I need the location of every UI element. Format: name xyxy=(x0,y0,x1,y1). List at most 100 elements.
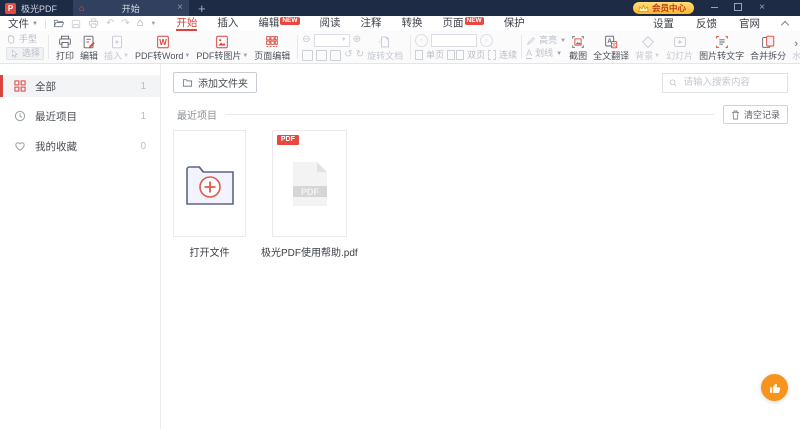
feedback-fab-button[interactable] xyxy=(761,374,788,401)
recent-section-header: 最近项目 清空记录 xyxy=(177,105,788,124)
maximize-button[interactable] xyxy=(726,0,750,16)
merge-split-button[interactable]: 合并拆分 xyxy=(747,34,789,61)
underline-button[interactable]: A 划线 ▼ xyxy=(526,48,566,59)
highlighter-icon xyxy=(527,36,536,45)
folder-icon xyxy=(182,79,193,87)
screenshot-button[interactable]: 截图 xyxy=(566,34,590,61)
customize-caret-icon[interactable]: ▼ xyxy=(150,21,156,27)
insert-button[interactable]: 插入 ▼ xyxy=(101,34,132,61)
card-label: 极光PDF使用帮助.pdf xyxy=(261,248,358,259)
divider xyxy=(44,18,46,29)
next-page-icon[interactable]: › xyxy=(480,34,494,47)
menu-tab-annotate[interactable]: 注释 xyxy=(351,16,392,31)
highlight-button[interactable]: 高亮 ▼ xyxy=(526,36,566,46)
menu-tab-convert[interactable]: 转换 xyxy=(392,16,433,31)
website-link[interactable]: 官网 xyxy=(739,16,760,31)
menu-tab-insert[interactable]: 插入 xyxy=(207,16,248,31)
clear-records-button[interactable]: 清空记录 xyxy=(722,105,788,124)
collapse-ribbon-icon[interactable] xyxy=(780,20,790,30)
pdf-to-image-button[interactable]: PDF转图片 ▼ xyxy=(193,34,251,61)
background-button[interactable]: 背景 ▼ xyxy=(632,34,663,61)
undo-icon[interactable]: ↶ xyxy=(106,18,114,29)
new-tab-button[interactable]: + xyxy=(198,2,206,15)
document-tab[interactable]: ⌂ 开始 × xyxy=(73,0,190,16)
settings-link[interactable]: 设置 xyxy=(653,16,674,31)
rotate-right-icon[interactable]: ↻ xyxy=(356,50,364,60)
tab-text: 注释 xyxy=(360,17,382,29)
rotate-document-icon xyxy=(379,36,390,47)
sidebar-item-label: 最近项目 xyxy=(35,110,77,123)
pdf-to-word-button[interactable]: W PDF转Word ▼ xyxy=(132,34,193,61)
svg-text:文: 文 xyxy=(612,41,617,48)
search-box[interactable] xyxy=(662,72,788,93)
divider xyxy=(297,35,299,59)
hand-icon xyxy=(8,34,15,44)
previous-page-icon[interactable]: ‹ xyxy=(415,34,429,47)
actual-size-icon[interactable] xyxy=(302,49,314,61)
heart-icon xyxy=(14,140,27,152)
rotate-document-button[interactable]: 旋转文档 xyxy=(364,34,406,61)
continuous-button[interactable]: 连续 xyxy=(488,50,517,60)
translate-label: 全文翻译 xyxy=(593,50,630,61)
minimize-button[interactable] xyxy=(702,0,726,16)
file-menu-label: 文件 xyxy=(8,18,29,30)
annotation-group: 高亮 ▼ A 划线 ▼ xyxy=(526,36,566,59)
select-tool-button[interactable]: 选择 xyxy=(6,47,45,60)
pdf-to-image-icon xyxy=(216,35,229,48)
fit-page-icon[interactable] xyxy=(330,49,342,61)
zoom-level-input[interactable]: ▼ xyxy=(313,33,350,47)
open-file-icon[interactable] xyxy=(53,18,64,29)
menu-tab-start[interactable]: 开始 xyxy=(166,16,207,31)
edit-button[interactable]: 编辑 xyxy=(77,34,101,61)
search-input[interactable] xyxy=(681,76,781,89)
print-label: 打印 xyxy=(56,50,75,61)
translate-button[interactable]: A文 全文翻译 xyxy=(590,34,632,61)
print-button[interactable]: 打印 xyxy=(53,34,77,61)
hand-tool-label: 手型 xyxy=(19,33,38,44)
content-toolbar-row: 添加文件夹 xyxy=(173,72,788,93)
page-number-input[interactable] xyxy=(431,34,478,47)
save-icon[interactable] xyxy=(71,19,81,29)
rotate-left-icon[interactable]: ↺ xyxy=(344,50,352,60)
sidebar-item-label: 我的收藏 xyxy=(35,140,77,153)
print-icon[interactable] xyxy=(88,18,99,29)
screenshot-icon xyxy=(572,35,584,48)
close-button[interactable]: × xyxy=(750,0,774,16)
double-page-button[interactable]: 双页 xyxy=(447,50,485,60)
sidebar-item-all[interactable]: 全部 1 xyxy=(0,75,160,97)
zoom-out-icon[interactable]: ⊖ xyxy=(302,35,310,45)
menu-tab-protect[interactable]: 保护 xyxy=(494,16,535,31)
pdf-file-card[interactable]: PDF PDF xyxy=(271,130,347,237)
fit-width-icon[interactable] xyxy=(316,49,328,61)
image-to-text-button[interactable]: 图片转文字 xyxy=(696,34,747,61)
recent-cards: 打开文件 PDF PDF 极光PDF使用帮助.pdf xyxy=(173,130,800,259)
more-tools-arrow[interactable]: › xyxy=(794,39,798,50)
home-shortcut-icon[interactable]: ⌂ xyxy=(137,18,144,29)
merge-split-label: 合并拆分 xyxy=(750,50,787,61)
sidebar-item-recent[interactable]: 最近项目 1 xyxy=(0,105,160,127)
tab-close-icon[interactable]: × xyxy=(177,3,183,13)
item-count: 1 xyxy=(140,80,146,92)
sidebar-item-favorites[interactable]: 我的收藏 0 xyxy=(0,135,160,157)
member-center-label: 会员中心 xyxy=(651,3,686,13)
page-edit-button[interactable]: 页面编辑 xyxy=(251,34,293,61)
pdf-badge: PDF xyxy=(276,135,299,146)
open-file-card[interactable] xyxy=(173,130,246,237)
feedback-link[interactable]: 反馈 xyxy=(696,16,717,31)
tab-text: 开始 xyxy=(176,17,198,29)
caret-down-icon: ▼ xyxy=(123,53,130,59)
ribbon-toolbar: 手型 选择 打印 编辑 插入 ▼ W PDF转Word ▼ PDF转图片 ▼ 页… xyxy=(0,31,800,64)
member-center-button[interactable]: 会员中心 xyxy=(632,2,694,14)
zoom-in-icon[interactable]: ⊕ xyxy=(353,35,361,45)
menu-tab-page[interactable]: 页面 NEW xyxy=(433,16,494,31)
slideshow-button[interactable]: 幻灯片 xyxy=(663,34,696,61)
redo-icon[interactable]: ↷ xyxy=(121,18,129,29)
menu-tab-read[interactable]: 阅读 xyxy=(310,16,351,31)
caret-down-icon: ▼ xyxy=(654,53,661,59)
app-window: P 极光PDF ⌂ 开始 × + 会员中心 × 文件 ▼ ↶ ↷ ⌂ ▼ 开始 … xyxy=(0,0,800,429)
single-page-button[interactable]: 单页 xyxy=(415,50,444,60)
add-folder-button[interactable]: 添加文件夹 xyxy=(173,72,257,93)
file-menu[interactable]: 文件 ▼ xyxy=(8,16,38,31)
menu-tab-edit[interactable]: 编辑 NEW xyxy=(248,16,309,31)
hand-tool-button[interactable]: 手型 xyxy=(6,34,44,44)
